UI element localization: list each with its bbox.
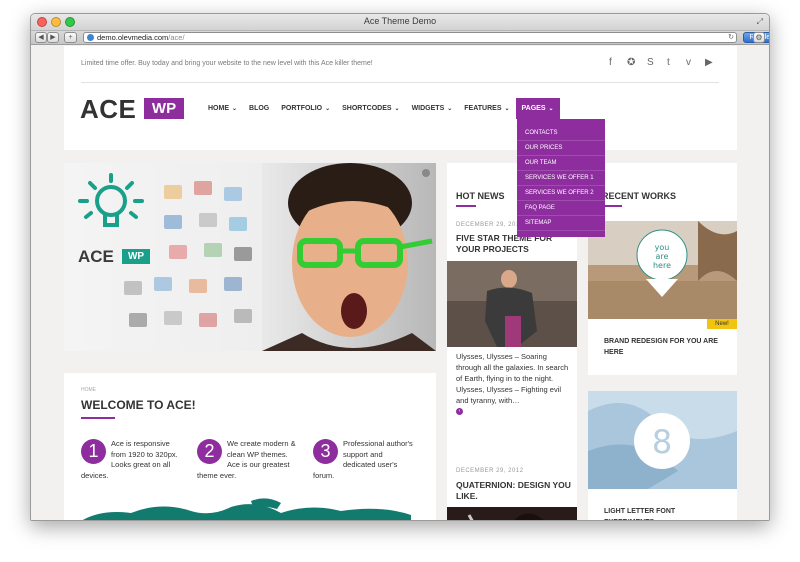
hero-slider[interactable]: ACE WP <box>64 163 436 351</box>
address-bar[interactable]: demo.olevmedia.com/ace/ ↻ <box>83 32 737 43</box>
main-menu: HOME ⌄ BLOG PORTFOLIO ⌄ SHORTCODES ⌄ WIDGET… <box>202 98 560 119</box>
add-bookmark-button[interactable]: + <box>64 32 77 43</box>
pages-dropdown-menu: CONTACTS OUR PRICES OUR TEAM SERVICES WE… <box>517 119 605 237</box>
feature-3: 3 Professional author's support and dedi… <box>313 439 423 481</box>
stamp-text: you <box>655 243 670 252</box>
back-button[interactable]: ◀ <box>35 32 47 43</box>
title-bar: Ace Theme Demo ⤢ <box>31 14 769 31</box>
menu-item-features[interactable]: FEATURES ⌄ <box>458 98 515 119</box>
chevron-down-icon: ⌄ <box>447 106 453 112</box>
chevron-down-icon: ⌄ <box>548 106 554 112</box>
dropdown-item-contacts[interactable]: CONTACTS <box>517 126 605 141</box>
feature-number-badge: 1 <box>81 439 106 464</box>
menu-item-portfolio[interactable]: PORTFOLIO ⌄ <box>275 98 336 119</box>
section-label: HOME <box>81 387 96 393</box>
menu-item-home[interactable]: HOME ⌄ <box>202 98 243 119</box>
post-thumbnail-image[interactable] <box>447 261 577 347</box>
title-underline <box>602 205 622 207</box>
slide-logo-text: ACE <box>78 247 114 266</box>
menu-item-shortcodes[interactable]: SHORTCODES ⌄ <box>336 98 405 119</box>
chevron-down-icon: ⌄ <box>232 106 238 112</box>
dropdown-item-our-prices[interactable]: OUR PRICES <box>517 141 605 156</box>
new-badge: New! <box>707 319 737 329</box>
welcome-section: HOME WELCOME TO ACE! 1 Ace is responsive… <box>64 373 436 520</box>
logo-badge[interactable]: WP <box>144 98 184 119</box>
welcome-title: WELCOME TO ACE! <box>81 398 196 412</box>
menu-item-blog[interactable]: BLOG <box>243 98 275 119</box>
site-header: Limited time offer. Buy today and bring … <box>64 46 737 150</box>
dropdown-item-faq[interactable]: FAQ PAGE <box>517 201 605 216</box>
post-title-link[interactable]: QUATERNION: DESIGN YOU LIKE. <box>456 480 576 502</box>
feature-2: 2 We create modern & clean WP themes. Ac… <box>197 439 307 481</box>
hot-news-title: HOT NEWS <box>456 191 505 201</box>
gear-icon[interactable]: ⚙ <box>753 32 765 43</box>
dropdown-item-sitemap[interactable]: SITEMAP <box>517 216 605 231</box>
url-text: demo.olevmedia.com/ace/ <box>97 33 185 42</box>
feature-number-badge: 3 <box>313 439 338 464</box>
work-title-link[interactable]: LIGHT LETTER FONT EXPERIMENTS <box>604 507 724 520</box>
work-title-link[interactable]: BRAND REDESIGN FOR YOU ARE HERE <box>604 337 724 358</box>
recent-works-title: RECENT WORKS <box>602 191 676 201</box>
page-viewport: Limited time offer. Buy today and bring … <box>31 46 769 521</box>
recent-works-card: 8 LIGHT LETTER FONT EXPERIMENTS <box>588 391 737 520</box>
letter-glyph: 8 <box>652 423 672 461</box>
menu-item-pages[interactable]: PAGES ⌄ <box>515 98 560 119</box>
lightbulb-icon <box>78 173 144 227</box>
skype-icon[interactable]: S <box>647 57 654 68</box>
slide-logo-badge: WP <box>122 249 150 264</box>
browser-window: Ace Theme Demo ⤢ ◀ ▶ + demo.olevmedia.co… <box>30 13 770 521</box>
post-date: DECEMBER 29, 2012 <box>456 222 524 228</box>
work-thumbnail-image[interactable]: you are here <box>588 221 737 319</box>
youtube-icon[interactable]: ▶ <box>705 57 713 68</box>
fullscreen-icon[interactable]: ⤢ <box>757 17 763 27</box>
work-thumbnail-image[interactable]: 8 <box>588 391 737 489</box>
slider-nav-icon[interactable] <box>422 169 430 177</box>
title-underline <box>456 205 476 207</box>
window-title: Ace Theme Demo <box>363 16 437 26</box>
world-map-image <box>82 498 411 520</box>
post-date: DECEMBER 29, 2012 <box>456 468 524 474</box>
feature-1: 1 Ace is responsive from 1920 to 320px. … <box>81 439 191 481</box>
chevron-down-icon: ⌄ <box>325 106 331 112</box>
dropdown-item-our-team[interactable]: OUR TEAM <box>517 156 605 171</box>
dropdown-item-services-1[interactable]: SERVICES WE OFFER 1 <box>517 171 605 186</box>
recent-works-card: RECENT WORKS you are here New! BRAND RED… <box>588 163 737 375</box>
globe-icon <box>87 34 94 41</box>
feature-number-badge: 2 <box>197 439 222 464</box>
chevron-down-icon: ⌄ <box>394 106 400 112</box>
svg-text:are: are <box>656 252 669 261</box>
menu-item-widgets[interactable]: WIDGETS ⌄ <box>406 98 459 119</box>
promo-text: Limited time offer. Buy today and bring … <box>81 60 373 67</box>
forward-button[interactable]: ▶ <box>47 32 59 43</box>
recent-works-column: RECENT WORKS you are here New! BRAND RED… <box>588 163 737 520</box>
divider <box>81 82 719 83</box>
dropdown-item-services-2[interactable]: SERVICES WE OFFER 2 <box>517 186 605 201</box>
post-thumbnail-image[interactable] <box>447 507 577 521</box>
dribbble-icon[interactable]: ✪ <box>627 57 635 68</box>
site-logo[interactable]: ACE <box>80 94 136 125</box>
chevron-down-icon: ⌄ <box>504 106 510 112</box>
facebook-icon[interactable]: f <box>609 57 612 68</box>
browser-toolbar: ◀ ▶ + demo.olevmedia.com/ace/ ↻ Reader ⚙ <box>31 31 769 45</box>
read-more-icon[interactable]: › <box>456 408 463 415</box>
hero-portrait-image <box>262 163 436 351</box>
reload-icon[interactable]: ↻ <box>728 33 734 43</box>
twitter-icon[interactable]: t <box>667 57 670 68</box>
vimeo-icon[interactable]: v <box>686 57 691 68</box>
svg-text:here: here <box>653 261 671 270</box>
title-underline <box>81 417 115 419</box>
post-excerpt: Ulysses, Ulysses – Soaring through all t… <box>456 352 569 405</box>
